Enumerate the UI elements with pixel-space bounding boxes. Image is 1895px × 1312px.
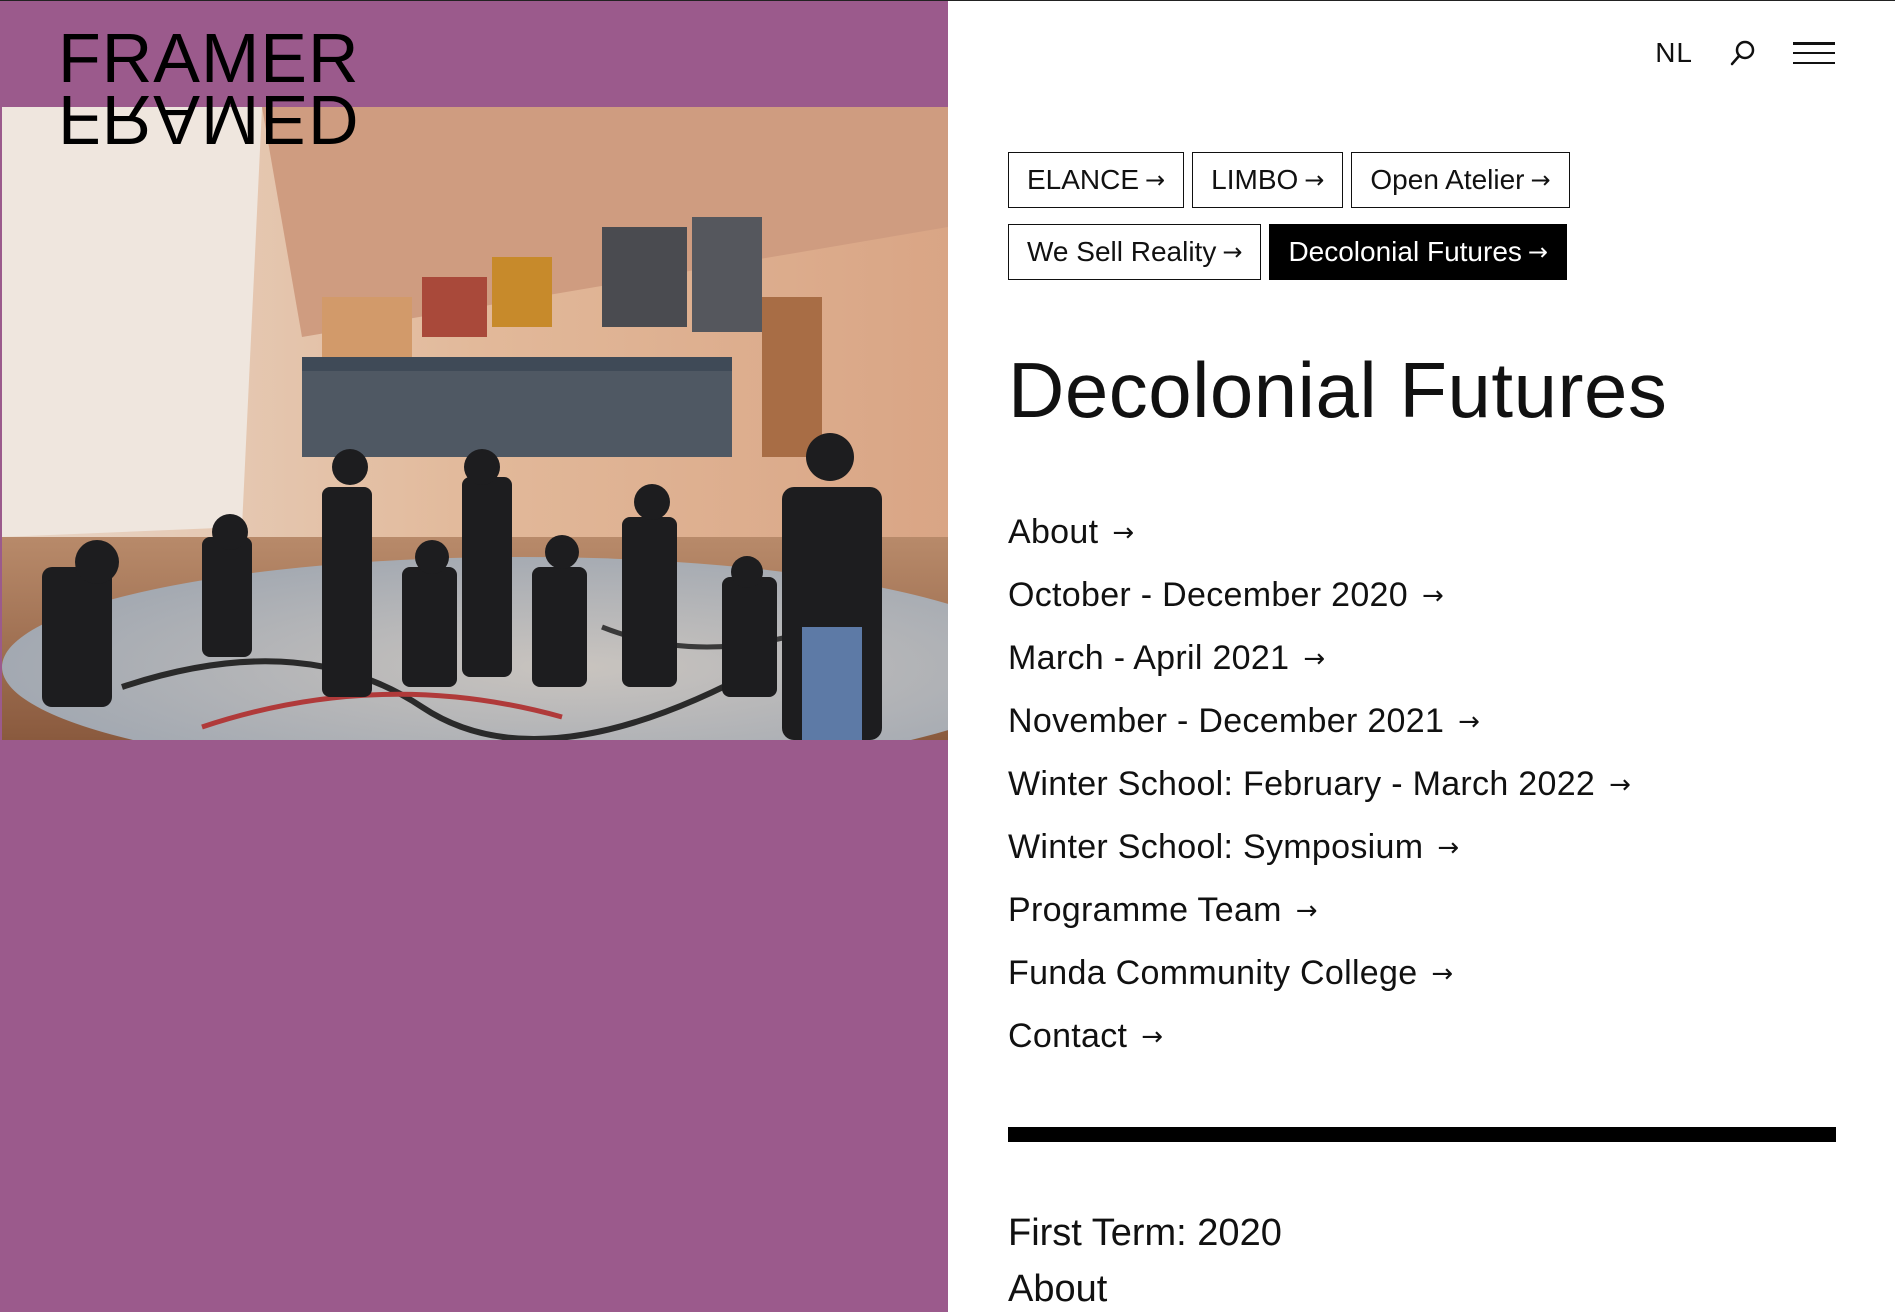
project-tag-open-atelier[interactable]: Open Atelier → bbox=[1351, 152, 1570, 208]
link-oct-dec-2020[interactable]: October - December 2020 → bbox=[1008, 564, 1631, 627]
arrow-right-icon: → bbox=[1112, 517, 1135, 548]
link-label: Programme Team bbox=[1008, 891, 1282, 929]
arrow-right-icon: → bbox=[1295, 895, 1318, 926]
logo-text-bottom-mirrored: FRAMED bbox=[58, 81, 360, 159]
link-label: Contact bbox=[1008, 1017, 1128, 1055]
tag-label: Open Atelier bbox=[1370, 164, 1525, 195]
language-switch-nl[interactable]: NL bbox=[1655, 37, 1693, 69]
link-mar-apr-2021[interactable]: March - April 2021 → bbox=[1008, 627, 1631, 690]
arrow-right-icon: → bbox=[1141, 1021, 1164, 1052]
right-panel: NL ELANCE → LIMBO → Open Atelier → We Se… bbox=[948, 0, 1895, 1312]
section-links: About → October - December 2020 → March - … bbox=[1008, 501, 1631, 1068]
tag-label: ELANCE bbox=[1027, 164, 1140, 195]
arrow-right-icon: → bbox=[1458, 706, 1481, 737]
tag-label: Decolonial Futures bbox=[1288, 236, 1522, 267]
link-label: Winter School: Symposium bbox=[1008, 828, 1424, 866]
top-nav: NL bbox=[1655, 37, 1835, 69]
section-about-title: About bbox=[1008, 1268, 1108, 1310]
project-tags: ELANCE → LIMBO → Open Atelier → We Sell … bbox=[1008, 152, 1628, 280]
arrow-right-icon: → bbox=[1431, 958, 1454, 989]
tag-label: LIMBO bbox=[1211, 164, 1299, 195]
link-label: October - December 2020 bbox=[1008, 576, 1408, 614]
arrow-right-icon: → bbox=[1609, 769, 1632, 800]
arrow-right-icon: → bbox=[1304, 166, 1325, 194]
project-tag-we-sell-reality[interactable]: We Sell Reality → bbox=[1008, 224, 1262, 280]
hero-photo bbox=[2, 107, 948, 740]
link-label: Winter School: February - March 2022 bbox=[1008, 765, 1596, 803]
link-label: About bbox=[1008, 513, 1099, 551]
menu-line bbox=[1793, 42, 1835, 45]
project-tag-limbo[interactable]: LIMBO → bbox=[1192, 152, 1344, 208]
arrow-right-icon: → bbox=[1437, 832, 1460, 863]
arrow-right-icon: → bbox=[1527, 238, 1548, 266]
section-term-title: First Term: 2020 bbox=[1008, 1212, 1282, 1254]
arrow-right-icon: → bbox=[1421, 580, 1445, 611]
menu-line bbox=[1793, 61, 1835, 64]
link-programme-team[interactable]: Programme Team → bbox=[1008, 879, 1631, 942]
link-label: November - December 2021 bbox=[1008, 702, 1445, 740]
link-winter-school-2022[interactable]: Winter School: February - March 2022 → bbox=[1008, 753, 1631, 816]
menu-line bbox=[1793, 51, 1835, 55]
arrow-right-icon: → bbox=[1303, 643, 1326, 674]
section-divider bbox=[1008, 1127, 1836, 1142]
link-contact[interactable]: Contact → bbox=[1008, 1005, 1631, 1068]
project-tag-decolonial-futures[interactable]: Decolonial Futures → bbox=[1269, 224, 1567, 280]
tag-label: We Sell Reality bbox=[1027, 236, 1217, 267]
left-panel: FRAMER FRAMED bbox=[0, 0, 948, 1312]
link-label: Funda Community College bbox=[1008, 954, 1418, 992]
section-heading: First Term: 2020 About bbox=[1008, 1205, 1282, 1312]
arrow-right-icon: → bbox=[1145, 166, 1166, 194]
link-funda-community-college[interactable]: Funda Community College → bbox=[1008, 942, 1631, 1005]
link-about[interactable]: About → bbox=[1008, 501, 1631, 564]
search-icon[interactable] bbox=[1729, 39, 1757, 67]
framer-framed-logo[interactable]: FRAMER FRAMED bbox=[58, 19, 398, 159]
project-tag-elance[interactable]: ELANCE → bbox=[1008, 152, 1185, 208]
link-nov-dec-2021[interactable]: November - December 2021 → bbox=[1008, 690, 1631, 753]
page-title: Decolonial Futures bbox=[1008, 346, 1668, 434]
hamburger-menu-icon[interactable] bbox=[1793, 39, 1835, 67]
link-label: March - April 2021 bbox=[1008, 639, 1290, 677]
arrow-right-icon: → bbox=[1222, 238, 1243, 266]
arrow-right-icon: → bbox=[1530, 166, 1551, 194]
link-winter-school-symposium[interactable]: Winter School: Symposium → bbox=[1008, 816, 1631, 879]
logo-text-top: FRAMER bbox=[58, 19, 360, 97]
